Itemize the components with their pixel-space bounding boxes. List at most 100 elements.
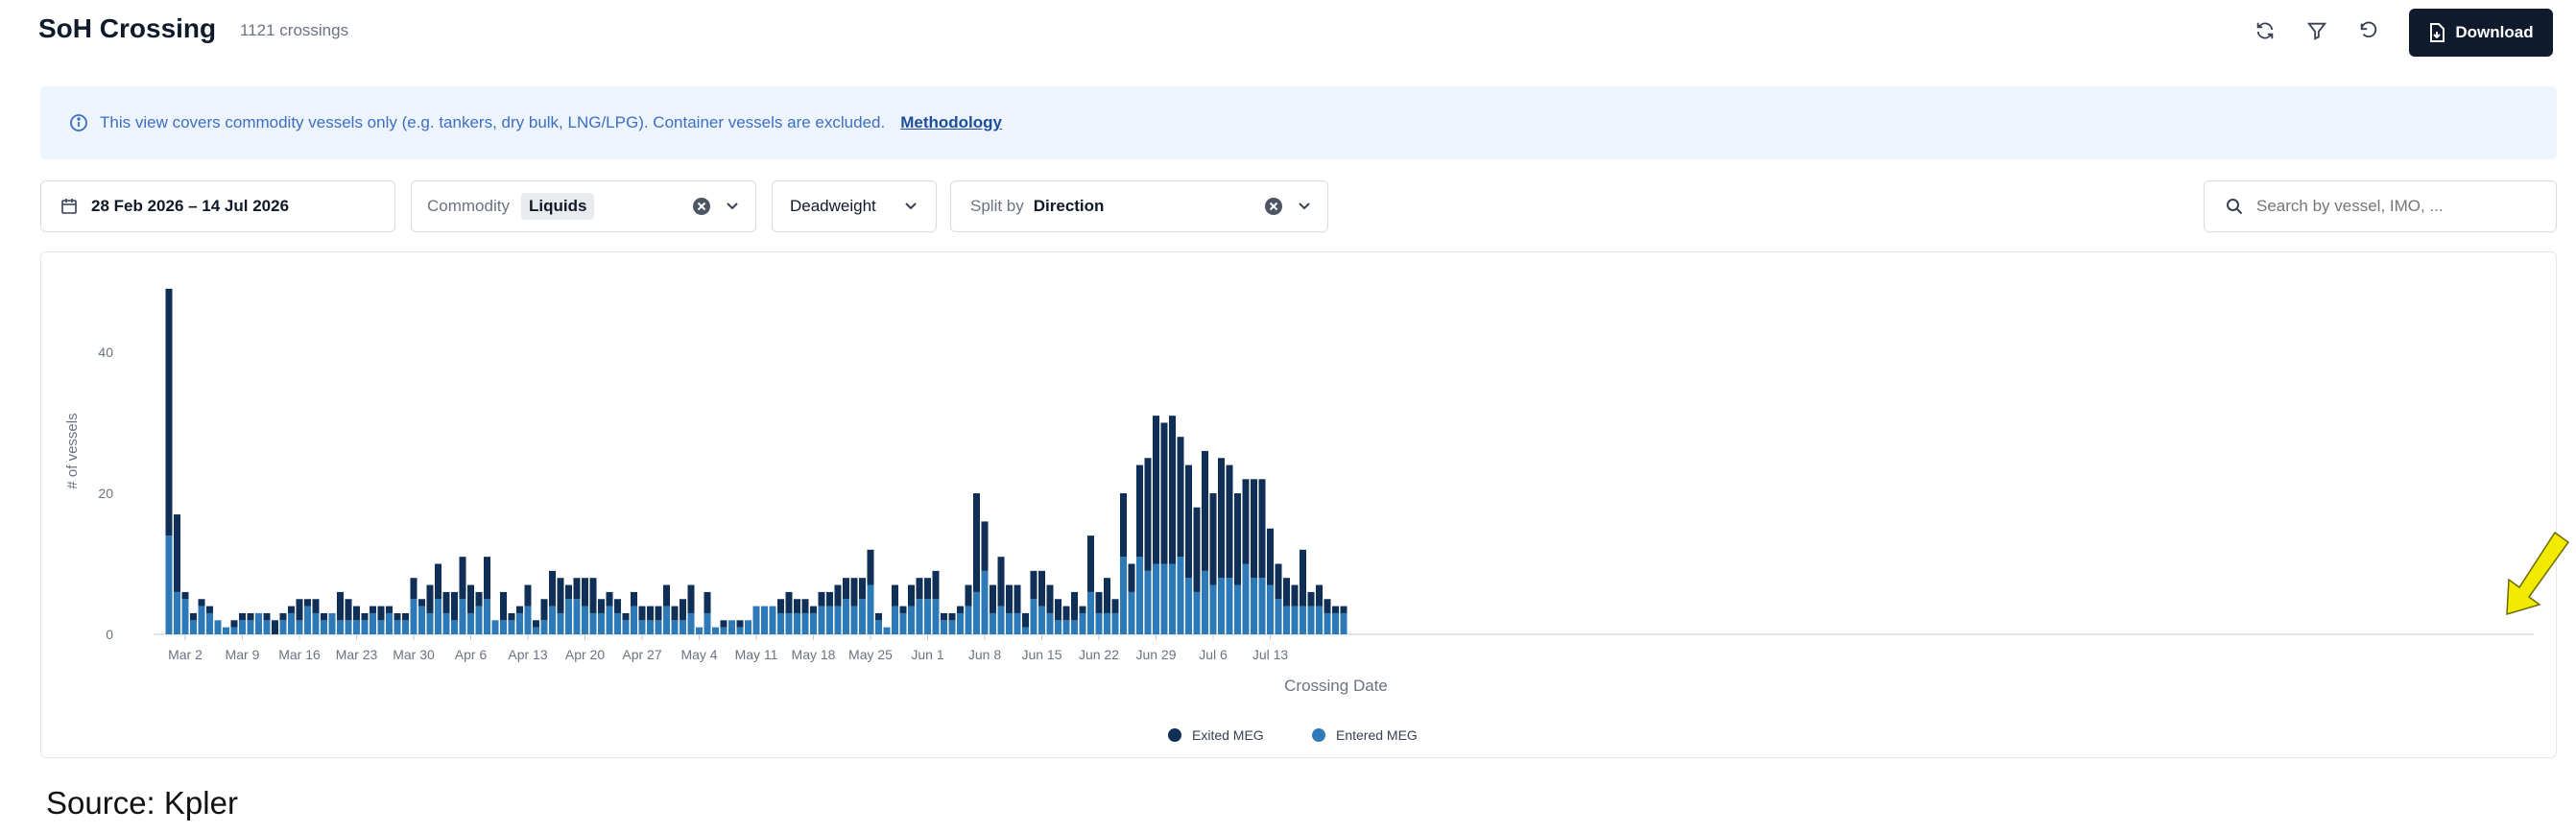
bar-entered-meg: [720, 627, 727, 634]
bar-exited-meg: [990, 584, 996, 613]
bar-entered-meg: [1128, 591, 1135, 634]
bar-exited-meg: [1095, 591, 1103, 613]
bar-exited-meg: [622, 612, 630, 621]
bar-entered-meg: [794, 612, 800, 634]
bar-entered-meg: [328, 612, 336, 634]
x-tick-label: Jun 29: [1135, 647, 1176, 662]
bar-entered-meg: [761, 606, 768, 634]
bar-exited-meg: [1046, 584, 1054, 613]
bar-entered-meg: [850, 606, 858, 634]
bar-exited-meg: [1209, 493, 1217, 585]
bar-entered-meg: [680, 620, 686, 634]
bar-exited-meg: [867, 549, 874, 585]
bar-entered-meg: [745, 620, 751, 634]
bar-exited-meg: [533, 620, 539, 628]
bar-entered-meg: [957, 612, 964, 634]
bar-entered-meg: [1177, 557, 1184, 634]
x-tick-label: Jun 8: [968, 647, 1001, 662]
bar-entered-meg: [1193, 591, 1201, 634]
bar-exited-meg: [671, 606, 679, 621]
bar-exited-meg: [785, 591, 793, 613]
bar-exited-meg: [402, 612, 409, 621]
bar-exited-meg: [1324, 599, 1331, 613]
bar-entered-meg: [1120, 557, 1127, 634]
bar-entered-meg: [638, 620, 646, 634]
bar-entered-meg: [1014, 612, 1021, 634]
bar-entered-meg: [1136, 557, 1143, 634]
bar-exited-meg: [304, 599, 311, 607]
bar-entered-meg: [892, 606, 898, 634]
bar-entered-meg: [606, 606, 613, 634]
bar-entered-meg: [728, 620, 735, 634]
bar-entered-meg: [565, 599, 572, 634]
bar-entered-meg: [402, 620, 409, 634]
bar-exited-meg: [941, 612, 947, 621]
bar-exited-meg: [1267, 528, 1274, 585]
bar-entered-meg: [214, 620, 222, 634]
x-tick-label: Mar 16: [278, 647, 321, 662]
bar-entered-meg: [198, 606, 205, 634]
bar-exited-meg: [924, 578, 931, 600]
bar-entered-meg: [557, 612, 564, 634]
bar-entered-meg: [1144, 570, 1152, 634]
bar-exited-meg: [1283, 578, 1290, 607]
bar-entered-meg: [785, 612, 793, 634]
bar-entered-meg: [647, 620, 654, 634]
bar-entered-meg: [549, 606, 556, 634]
bar-entered-meg: [990, 612, 996, 634]
bar-exited-meg: [1193, 507, 1201, 592]
bar-exited-meg: [174, 514, 180, 592]
bar-exited-meg: [1275, 563, 1282, 600]
bar-entered-meg: [508, 620, 515, 634]
x-tick-label: Jun 22: [1079, 647, 1119, 662]
legend-swatch-exited: [1168, 728, 1181, 742]
bar-entered-meg: [867, 584, 874, 634]
bar-entered-meg: [573, 599, 581, 634]
bar-exited-meg: [965, 584, 972, 607]
bar-exited-meg: [1251, 479, 1257, 579]
bar-entered-meg: [1324, 612, 1331, 634]
bar-exited-meg: [875, 612, 882, 621]
bar-exited-meg: [818, 591, 825, 607]
bar-entered-meg: [475, 606, 483, 634]
bar-entered-meg: [230, 627, 238, 634]
bar-exited-meg: [573, 578, 581, 600]
bar-entered-meg: [582, 606, 588, 634]
bar-entered-meg: [190, 620, 197, 634]
y-axis-label: # of vessels: [64, 413, 81, 488]
bar-entered-meg: [875, 620, 882, 634]
bar-exited-meg: [1291, 584, 1299, 607]
bar-entered-meg: [1111, 612, 1119, 634]
bar-entered-meg: [752, 606, 760, 634]
bar-entered-meg: [165, 536, 173, 634]
bar-exited-meg: [916, 578, 923, 600]
bar-entered-meg: [965, 606, 972, 634]
bar-entered-meg: [1307, 606, 1315, 634]
bar-entered-meg: [614, 612, 621, 634]
bar-entered-meg: [981, 570, 989, 634]
bar-entered-meg: [1209, 584, 1217, 634]
source-note: Source: Kpler: [46, 785, 238, 821]
bar-entered-meg: [1316, 606, 1323, 634]
bar-entered-meg: [883, 627, 891, 634]
bar-entered-meg: [1079, 612, 1086, 634]
bar-exited-meg: [467, 584, 474, 613]
bar-entered-meg: [361, 620, 369, 634]
bar-entered-meg: [386, 612, 393, 634]
bar-entered-meg: [1332, 612, 1339, 634]
bar-exited-meg: [1136, 464, 1143, 558]
bar-entered-meg: [174, 591, 180, 634]
bar-entered-meg: [247, 620, 254, 634]
bar-exited-meg: [1104, 578, 1110, 613]
bar-exited-meg: [948, 612, 956, 621]
bar-entered-meg: [1242, 563, 1250, 634]
legend-label-entered: Entered MEG: [1336, 727, 1418, 743]
bar-exited-meg: [1144, 458, 1152, 571]
bar-entered-meg: [1087, 591, 1094, 634]
bar-exited-meg: [345, 599, 352, 621]
bar-exited-meg: [426, 584, 434, 613]
bar-exited-meg: [932, 570, 940, 600]
bar-exited-meg: [1332, 606, 1339, 613]
x-tick-label: Jun 15: [1021, 647, 1061, 662]
y-tick-label: 40: [98, 345, 113, 360]
